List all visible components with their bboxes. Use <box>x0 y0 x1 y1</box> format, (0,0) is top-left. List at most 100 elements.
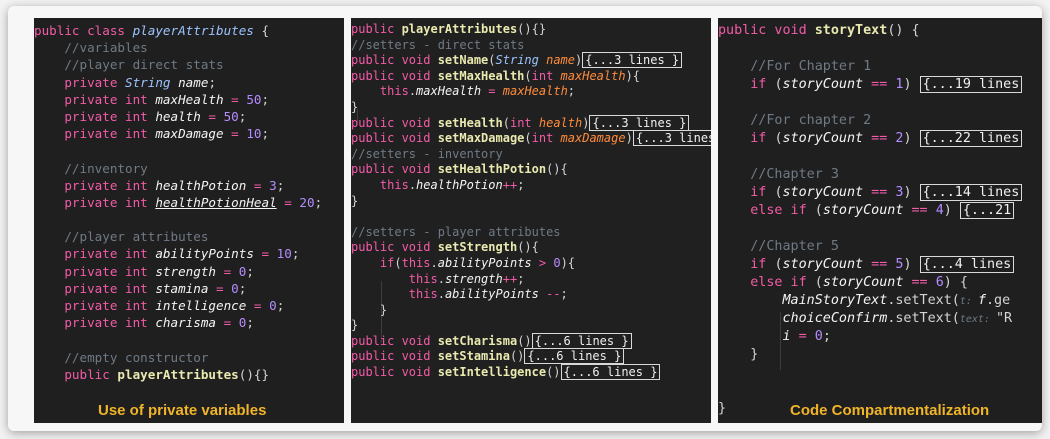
code-line[interactable] <box>718 220 1042 238</box>
code-line[interactable]: public class playerAttributes { <box>34 22 344 39</box>
code-line[interactable] <box>34 211 344 228</box>
code-line[interactable] <box>718 382 1042 400</box>
code-line[interactable]: public void storyText() { <box>718 22 1042 40</box>
folded-region[interactable]: {...3 lines } <box>582 52 683 69</box>
function-name: setHealth <box>437 115 503 130</box>
code-line[interactable]: } <box>351 303 711 319</box>
code-line[interactable]: public void setHealthPotion(){ <box>351 162 711 178</box>
code-line[interactable]: public void setMaxHealth(int maxHealth){ <box>351 69 711 85</box>
number-literal: 0 <box>814 329 823 344</box>
code-line[interactable]: MainStoryText.setText(t: f.ge <box>718 292 1042 310</box>
code-line[interactable]: private int strength = 0; <box>34 263 344 280</box>
code-line[interactable] <box>718 364 1042 382</box>
code-editor[interactable]: public playerAttributes(){}//setters - d… <box>351 22 711 381</box>
code-line[interactable]: private String name; <box>34 74 344 91</box>
folded-region[interactable]: {...3 lines <box>632 130 711 147</box>
code-line[interactable]: } <box>351 194 711 210</box>
folded-region[interactable]: {...21 <box>959 202 1015 219</box>
code-line[interactable]: public playerAttributes(){} <box>34 366 344 383</box>
punctuation <box>34 246 64 261</box>
code-line[interactable]: private int charisma = 0; <box>34 314 344 331</box>
parameter: maxHealth <box>560 68 626 83</box>
code-line[interactable]: //empty constructor <box>34 349 344 366</box>
code-line[interactable]: public void setStamina() {...6 lines } <box>351 348 711 365</box>
keyword: public void <box>718 23 815 38</box>
code-line[interactable]: public void setName(String name) {...3 li… <box>351 52 711 69</box>
folded-region[interactable]: {...19 lines <box>919 76 1023 93</box>
code-line[interactable]: this.maxHealth = maxHealth; <box>351 84 711 100</box>
code-line[interactable]: //variables <box>34 39 344 56</box>
folded-region[interactable]: {...22 lines <box>919 130 1023 147</box>
folded-region[interactable]: {...6 lines } <box>531 332 632 349</box>
code-line[interactable]: //Chapter 3 <box>718 166 1042 184</box>
operator: = <box>246 177 270 193</box>
code-line[interactable] <box>34 331 344 348</box>
code-line[interactable] <box>351 209 711 225</box>
code-line[interactable]: private int health = 50; <box>34 108 344 125</box>
code-line[interactable]: //player direct stats <box>34 56 344 73</box>
comment: //variables <box>64 40 148 56</box>
code-line[interactable]: //setters - inventory <box>351 147 711 163</box>
code-line[interactable] <box>718 94 1042 112</box>
identifier: choiceConfirm <box>782 311 888 326</box>
folded-region[interactable]: {...14 lines <box>919 184 1023 201</box>
punctuation <box>351 272 409 286</box>
code-line[interactable]: if (storyCount == 3) {...14 lines <box>718 184 1042 202</box>
code-line[interactable]: public void setCharisma() {...6 lines } <box>351 332 711 350</box>
code-line[interactable]: private int maxHealth = 50; <box>34 91 344 108</box>
code-panel-setters: public playerAttributes(){}//setters - d… <box>351 18 711 423</box>
code-line[interactable]: //For chapter 2 <box>718 112 1042 130</box>
punctuation <box>34 178 64 193</box>
code-line[interactable]: else if (storyCount == 4) {...21 <box>718 202 1042 220</box>
code-line[interactable]: //setters - direct stats <box>351 38 711 54</box>
code-line[interactable]: //player attributes <box>34 228 344 245</box>
folded-region[interactable]: {...3 lines } <box>589 114 690 131</box>
code-line[interactable]: //inventory <box>34 160 344 177</box>
code-line[interactable]: private int stamina = 0; <box>34 280 344 297</box>
code-line[interactable] <box>718 40 1042 58</box>
code-line[interactable]: this.strength++; <box>351 272 711 288</box>
code-line[interactable]: if (storyCount == 2) {...22 lines <box>718 130 1042 148</box>
code-line[interactable]: //Chapter 5 <box>718 238 1042 256</box>
code-line[interactable]: choiceConfirm.setText(text: "R <box>718 310 1042 328</box>
folded-region[interactable]: {...6 lines } <box>524 348 625 365</box>
code-line[interactable]: this.healthPotion++; <box>351 178 711 194</box>
code-line[interactable]: } <box>351 100 711 116</box>
folded-region[interactable]: {...6 lines } <box>560 364 661 381</box>
code-editor[interactable]: public void storyText() { //For Chapter … <box>718 22 1042 418</box>
code-line[interactable]: } <box>718 346 1042 364</box>
code-line[interactable]: private int intelligence = 0; <box>34 297 344 314</box>
punctuation: ; <box>276 298 285 313</box>
punctuation <box>718 293 783 308</box>
code-line[interactable]: i = 0; <box>718 328 1042 346</box>
code-line[interactable]: //setters - player attributes <box>351 225 711 241</box>
code-line[interactable]: public void setMaxDamage(int maxDamage){… <box>351 130 711 147</box>
code-line[interactable]: private int abilityPoints = 10; <box>34 245 344 262</box>
code-line[interactable]: if(this.abilityPoints > 0){ <box>351 256 711 272</box>
code-line[interactable]: else if (storyCount == 6) { <box>718 274 1042 292</box>
code-line[interactable]: if (storyCount == 5) {...4 lines <box>718 256 1042 274</box>
code-line[interactable]: private int maxDamage = 10; <box>34 125 344 142</box>
code-line[interactable]: if (storyCount == 1) {...19 lines <box>718 76 1042 94</box>
code-line[interactable] <box>718 148 1042 166</box>
code-line[interactable]: private int healthPotion = 3; <box>34 177 344 194</box>
code-line[interactable]: } <box>351 318 711 334</box>
code-line[interactable] <box>34 142 344 159</box>
punctuation <box>718 329 783 344</box>
punctuation: ( <box>774 185 783 200</box>
number-literal: 50 <box>246 91 262 107</box>
code-editor[interactable]: public class playerAttributes { //variab… <box>34 22 344 383</box>
keyword: int <box>531 131 561 146</box>
code-line[interactable]: public playerAttributes(){} <box>351 22 711 38</box>
punctuation <box>718 131 750 146</box>
punctuation: () <box>546 365 561 380</box>
code-line[interactable]: public void setStrength(){ <box>351 240 711 256</box>
folded-region[interactable]: {...4 lines <box>919 256 1015 273</box>
code-line[interactable]: public void setHealth(int health) {...3 l… <box>351 114 711 132</box>
code-line[interactable]: public void setIntelligence() {...6 lines… <box>351 364 711 381</box>
code-line[interactable]: this.abilityPoints --; <box>351 287 711 303</box>
punctuation: ) <box>903 257 920 272</box>
code-line[interactable]: //For Chapter 1 <box>718 58 1042 76</box>
parameter: name <box>546 53 575 68</box>
code-line[interactable]: private int healthPotionHeal = 20; <box>34 194 344 211</box>
